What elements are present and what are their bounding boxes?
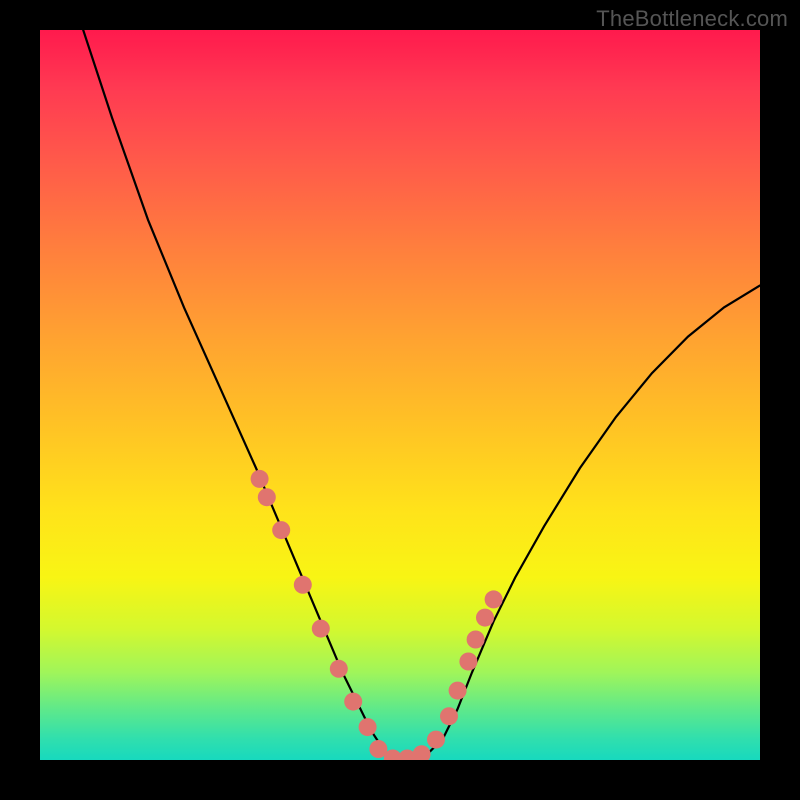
highlight-dot	[449, 682, 467, 700]
chart-frame: TheBottleneck.com	[0, 0, 800, 800]
highlight-dot	[330, 660, 348, 678]
highlight-dot	[258, 488, 276, 506]
highlight-dot	[312, 620, 330, 638]
highlight-dot	[294, 576, 312, 594]
watermark-text: TheBottleneck.com	[596, 6, 788, 32]
highlight-dot	[485, 590, 503, 608]
curve-svg	[40, 30, 760, 760]
highlight-dot	[427, 731, 445, 749]
highlight-dot	[459, 653, 477, 671]
highlight-dot	[344, 693, 362, 711]
highlight-dot	[467, 631, 485, 649]
highlight-dot	[272, 521, 290, 539]
highlight-dot	[413, 745, 431, 760]
bottleneck-curve	[83, 30, 760, 760]
highlight-dots	[251, 470, 503, 760]
plot-area	[40, 30, 760, 760]
highlight-dot	[251, 470, 269, 488]
highlight-dot	[440, 707, 458, 725]
highlight-dot	[359, 718, 377, 736]
highlight-dot	[476, 609, 494, 627]
